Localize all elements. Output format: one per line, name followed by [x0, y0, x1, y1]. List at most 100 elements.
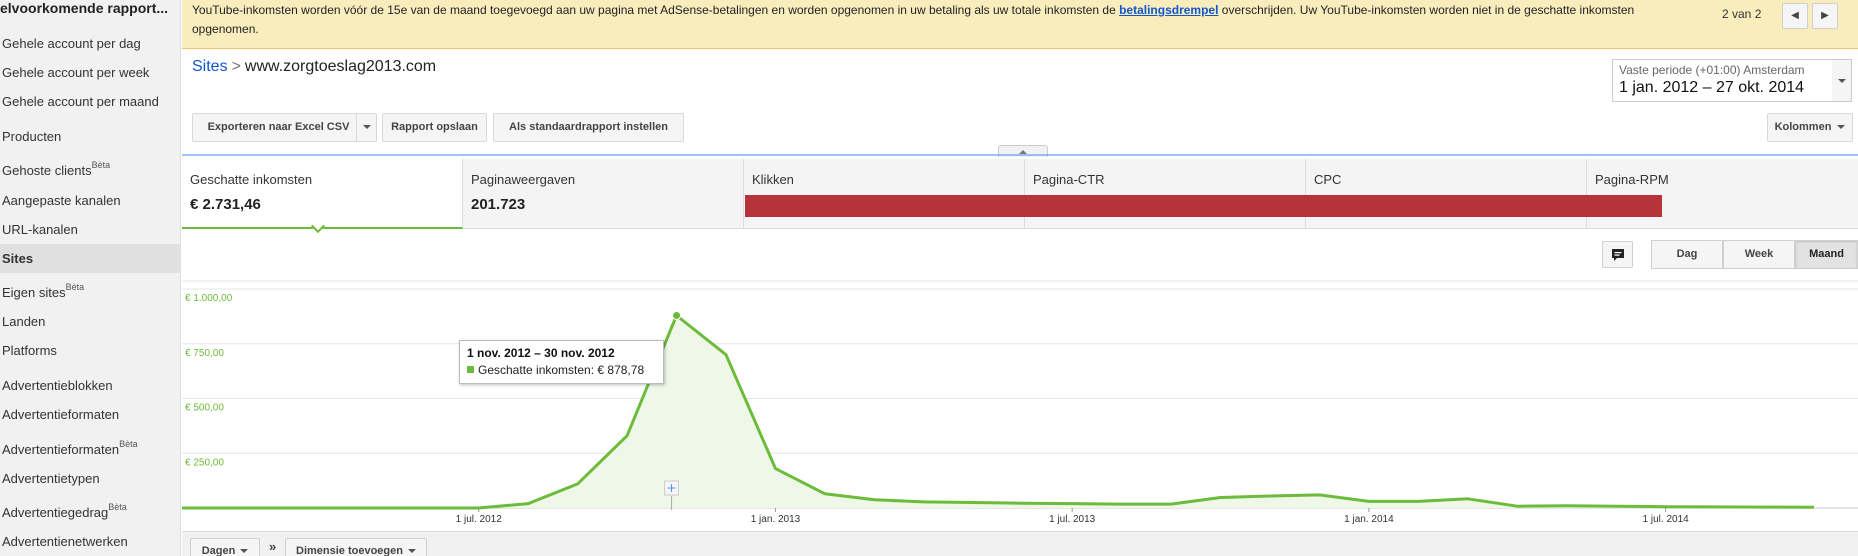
set-default-report-label: Als standaardrapport instellen — [509, 121, 668, 133]
granularity-day-button[interactable]: Dag — [1651, 240, 1723, 269]
metric-tab-estimated-earnings[interactable]: Geschatte inkomsten € 2.731,46 — [182, 159, 463, 234]
y-tick-label: € 1.000,00 — [185, 293, 233, 304]
data-point-highlight — [672, 311, 682, 321]
metric-value: € 2.731,46 — [190, 196, 261, 213]
sidebar-item-platforms[interactable]: Platforms — [2, 343, 57, 358]
days-dimension-button[interactable]: Dagen — [190, 538, 260, 556]
chevron-down-icon — [240, 549, 249, 554]
beta-badge: Bèta — [65, 282, 85, 292]
granularity-day-label: Dag — [1676, 248, 1698, 260]
notice-pager: 2 van 2 — [1722, 7, 1762, 21]
sidebar-item-sites[interactable]: Sites — [0, 244, 181, 273]
date-range-label: Vaste periode (+01:00) Amsterdam — [1619, 63, 1805, 77]
sidebar-item-landen[interactable]: Landen — [2, 314, 45, 329]
earnings-chart[interactable]: € 1.000,00 € 750,00 € 500,00 € 250,00 1 jul.… — [182, 280, 1858, 530]
date-range-picker[interactable]: Vaste periode (+01:00) Amsterdam 1 jan. … — [1612, 59, 1838, 102]
sidebar-item-gehele-account-per-week[interactable]: Gehele account per week — [2, 65, 149, 80]
sidebar-item-label: Advertentienetwerken — [2, 534, 128, 549]
earnings-chart-svg: € 1.000,00 € 750,00 € 500,00 € 250,00 1 jul.… — [182, 280, 1858, 525]
columns-button[interactable]: Kolommen — [1767, 113, 1853, 142]
sidebar-title[interactable]: elvoorkomende rapport... — [0, 0, 168, 16]
tooltip-series-name: Geschatte inkomsten — [478, 363, 591, 377]
annotations-button[interactable] — [1602, 241, 1633, 268]
sidebar-item-label: Advertentiegedrag — [2, 505, 109, 520]
sidebar-item-producten[interactable]: Producten — [2, 129, 61, 144]
metric-tab-page-rpm[interactable]: Pagina-RPM — [1587, 159, 1858, 229]
save-report-label: Rapport opslaan — [391, 121, 478, 133]
chart-tooltip: 1 nov. 2012 – 30 nov. 2012 Geschatte ink… — [459, 340, 664, 384]
x-tick-label: 1 jan. 2013 — [751, 514, 801, 525]
export-dropdown-button[interactable] — [356, 113, 377, 142]
metric-tab-clicks[interactable]: Klikken — [744, 159, 1025, 229]
sidebar: elvoorkomende rapport... Gehele account … — [0, 0, 181, 556]
triangle-right-icon: ▶ — [1821, 10, 1829, 21]
sidebar-item-advertentietypen[interactable]: Advertentietypen — [2, 471, 100, 486]
sidebar-item-label: Aangepaste kanalen — [2, 193, 121, 208]
triangle-left-icon: ◀ — [1791, 10, 1799, 21]
sidebar-item-advertentieblokken[interactable]: Advertentieblokken — [2, 378, 113, 393]
x-tick-label: 1 jul. 2012 — [456, 514, 503, 525]
sidebar-item-label: Advertentieformaten — [2, 442, 120, 457]
granularity-week-button[interactable]: Week — [1723, 240, 1795, 269]
granularity-month-button[interactable]: Maand — [1795, 240, 1858, 269]
breadcrumb-current-site: www.zorgtoeslag2013.com — [244, 58, 437, 75]
x-tick-label: 1 jan. 2014 — [1344, 514, 1394, 525]
save-report-button[interactable]: Rapport opslaan — [382, 113, 487, 142]
sidebar-item-label: URL-kanalen — [2, 222, 78, 237]
metrics-row: Geschatte inkomsten € 2.731,46 Paginawee… — [182, 159, 1858, 234]
breadcrumb: Sites > www.zorgtoeslag2013.com — [192, 58, 436, 76]
redaction-bar — [745, 195, 1662, 217]
active-metric-pointer — [310, 218, 326, 234]
notice-next-button[interactable]: ▶ — [1812, 3, 1838, 29]
columns-label: Kolommen — [1774, 121, 1832, 133]
sidebar-item-label: Advertentietypen — [2, 471, 100, 486]
add-dimension-label: Dimensie toevoegen — [296, 545, 403, 556]
metric-name: Klikken — [752, 172, 794, 187]
y-tick-label: € 750,00 — [185, 348, 224, 359]
sidebar-item-eigen-sites[interactable]: Eigen sitesBèta — [2, 282, 85, 300]
sidebar-item-gehele-account-per-maand[interactable]: Gehele account per maand — [2, 94, 159, 109]
metric-name: Pagina-RPM — [1595, 172, 1669, 187]
chevron-down-icon — [362, 125, 371, 130]
days-dimension-label: Dagen — [201, 545, 236, 556]
payment-threshold-link[interactable]: betalingsdrempel — [1119, 3, 1218, 17]
export-csv-button[interactable]: Exporteren naar Excel CSV — [192, 113, 365, 142]
beta-badge: Bèta — [108, 502, 127, 512]
export-csv-label: Exporteren naar Excel CSV — [207, 121, 350, 133]
tooltip-title: 1 nov. 2012 – 30 nov. 2012 — [467, 346, 615, 360]
chevron-down-icon — [1838, 79, 1846, 83]
sidebar-item-label: Sites — [2, 251, 34, 266]
sidebar-item-gehoste-clients[interactable]: Gehoste clientsBèta — [2, 160, 111, 178]
chevron-down-icon — [1837, 125, 1846, 130]
dimension-bar — [182, 531, 1858, 556]
sidebar-item-url-kanalen[interactable]: URL-kanalen — [2, 222, 78, 237]
y-tick-label: € 250,00 — [185, 457, 224, 468]
x-tick-label: 1 jul. 2013 — [1049, 514, 1096, 525]
sidebar-item-gehele-account-per-dag[interactable]: Gehele account per dag — [2, 36, 141, 51]
notice-prev-button[interactable]: ◀ — [1782, 3, 1808, 29]
metric-tab-cpc[interactable]: CPC — [1306, 159, 1587, 229]
sidebar-item-label: Gehele account per week — [2, 65, 150, 80]
tooltip-value: € 878,78 — [597, 363, 645, 377]
sidebar-item-label: Landen — [2, 314, 46, 329]
metric-name: CPC — [1314, 172, 1342, 187]
sidebar-item-advertentieformaten[interactable]: Advertentieformaten — [2, 407, 119, 422]
sidebar-item-label: Gehele account per dag — [2, 36, 141, 51]
chevron-right-icon: » — [269, 539, 277, 554]
metric-tab-pageviews[interactable]: Paginaweergaven 201.723 — [463, 159, 744, 229]
series-line — [182, 314, 1815, 510]
sidebar-item-advertentienetwerken[interactable]: Advertentienetwerken — [2, 534, 128, 549]
beta-badge: Bèta — [91, 160, 111, 170]
breadcrumb-sites-link[interactable]: Sites — [192, 58, 228, 75]
x-tick-label: 1 jul. 2014 — [1643, 514, 1690, 525]
sidebar-item-advertentieformaten[interactable]: AdvertentieformatenBèta — [2, 439, 138, 457]
metric-tab-page-ctr[interactable]: Pagina-CTR — [1025, 159, 1306, 229]
sidebar-item-aangepaste-kanalen[interactable]: Aangepaste kanalen — [2, 193, 121, 208]
sidebar-item-label: Platforms — [2, 343, 57, 358]
set-default-report-button[interactable]: Als standaardrapport instellen — [493, 113, 684, 142]
date-range-dropdown-button[interactable] — [1832, 59, 1852, 102]
breadcrumb-separator: > — [231, 58, 241, 75]
sidebar-item-advertentiegedrag[interactable]: AdvertentiegedragBèta — [2, 502, 127, 520]
plus-icon: + — [667, 481, 677, 495]
add-dimension-button[interactable]: Dimensie toevoegen — [285, 538, 427, 556]
